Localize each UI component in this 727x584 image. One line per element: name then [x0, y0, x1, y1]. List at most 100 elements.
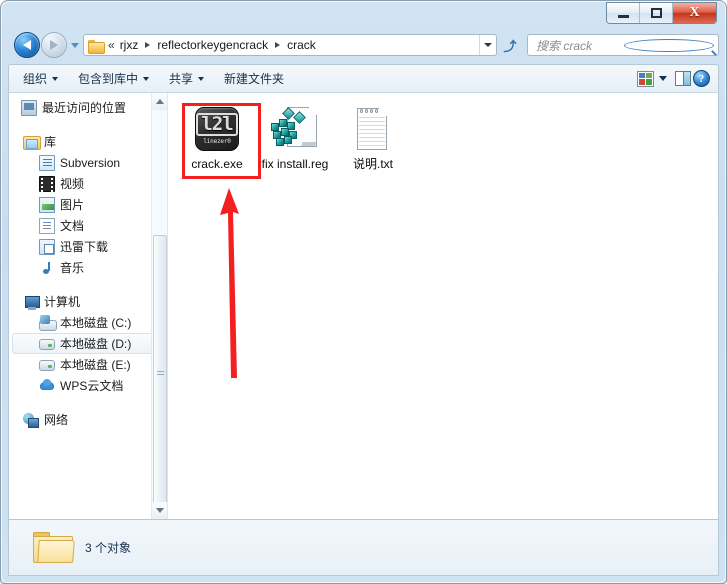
- pictures-icon: [39, 196, 55, 213]
- address-dropdown-button[interactable]: [479, 35, 495, 55]
- sidebar-item-pictures[interactable]: 图片: [12, 194, 164, 215]
- sidebar-item-drive-e[interactable]: 本地磁盘 (E:): [12, 354, 164, 375]
- sidebar-item-wps-cloud[interactable]: WPS云文档: [12, 375, 164, 396]
- navigation-pane: 最近访问的位置 库 Subversion 视频 图片 文档 迅雷下载 音乐 计算…: [9, 93, 167, 519]
- window-controls: X: [606, 2, 717, 24]
- scrollbar-grip-icon: [156, 371, 164, 377]
- sidebar-item-label: 视频: [60, 177, 85, 191]
- sidebar-item-videos[interactable]: 视频: [12, 173, 164, 194]
- sidebar-item-label: 本地磁盘 (D:): [60, 337, 132, 351]
- exe-icon-subtext: linezer0: [203, 138, 231, 145]
- forward-button[interactable]: [41, 32, 67, 58]
- new-folder-button[interactable]: 新建文件夹: [214, 68, 294, 90]
- sidebar-item-music[interactable]: 音乐: [12, 257, 164, 278]
- item-count-label: 3 个对象: [85, 541, 132, 555]
- file-grid: l2l linezer0 crack.exe fix install.reg 说…: [168, 93, 718, 179]
- subversion-icon: [39, 154, 55, 171]
- sidebar-item-label: 图片: [60, 198, 85, 212]
- exe-icon-text: l2l: [196, 113, 238, 136]
- refresh-button[interactable]: ⤴: [499, 34, 521, 56]
- sidebar-item-label: 最近访问的位置: [42, 101, 127, 115]
- search-icon: [624, 38, 714, 52]
- forward-arrow-icon: [50, 40, 58, 50]
- navigation-list: 最近访问的位置 库 Subversion 视频 图片 文档 迅雷下载 音乐 计算…: [9, 93, 167, 430]
- sidebar-item-computer[interactable]: 计算机: [12, 291, 164, 312]
- preview-pane-icon[interactable]: [675, 71, 691, 86]
- computer-icon: [23, 294, 40, 310]
- maximize-icon: [650, 8, 662, 18]
- search-input[interactable]: 搜索 crack: [527, 34, 719, 56]
- library-icon: [23, 134, 41, 150]
- explorer-window: X « rjxz reflectorkeygencrack crack ⤴ 搜索…: [0, 0, 727, 584]
- sidebar-item-thunder-download[interactable]: 迅雷下载: [12, 236, 164, 257]
- include-in-library-button[interactable]: 包含到库中: [68, 68, 159, 90]
- breadcrumb: « rjxz reflectorkeygencrack crack: [108, 36, 319, 54]
- sidebar-item-libraries[interactable]: 库: [12, 131, 164, 152]
- chevron-up-icon: [156, 99, 164, 104]
- close-icon: X: [689, 5, 700, 20]
- sidebar-item-subversion[interactable]: Subversion: [12, 152, 164, 173]
- file-name-label: 说明.txt: [352, 157, 393, 171]
- scrollbar-track[interactable]: [152, 110, 167, 513]
- sidebar-item-label: 本地磁盘 (E:): [60, 358, 131, 372]
- organize-button[interactable]: 组织: [13, 68, 68, 90]
- sidebar-item-label: Subversion: [60, 155, 121, 170]
- history-dropdown-icon[interactable]: [71, 42, 79, 48]
- scrollbar-thumb[interactable]: [153, 235, 167, 513]
- breadcrumb-overflow[interactable]: «: [108, 38, 115, 52]
- chevron-down-icon: [156, 508, 164, 513]
- share-button[interactable]: 共享: [159, 68, 214, 90]
- address-box[interactable]: « rjxz reflectorkeygencrack crack: [83, 34, 497, 56]
- back-arrow-icon: [23, 40, 31, 50]
- address-bar-row: « rjxz reflectorkeygencrack crack ⤴ 搜索 c…: [8, 30, 719, 60]
- sidebar-scrollbar[interactable]: [151, 93, 167, 519]
- file-item-readme-txt[interactable]: 说明.txt: [334, 101, 412, 172]
- file-name-label: fix install.reg: [261, 157, 329, 171]
- folder-icon: [33, 530, 75, 566]
- breadcrumb-item-2[interactable]: crack: [284, 36, 319, 54]
- sidebar-item-label: WPS云文档: [60, 379, 124, 393]
- breadcrumb-item-0[interactable]: rjxz: [117, 36, 142, 54]
- file-item-crack-exe[interactable]: l2l linezer0 crack.exe: [178, 101, 261, 179]
- chevron-down-icon: [198, 76, 205, 81]
- command-toolbar: 组织 包含到库中 共享 新建文件夹 ?: [8, 64, 719, 92]
- system-drive-icon: [39, 314, 57, 331]
- scroll-down-button[interactable]: [152, 502, 167, 519]
- file-item-fix-install-reg[interactable]: fix install.reg: [256, 101, 334, 172]
- sidebar-item-label: 库: [44, 135, 57, 149]
- sidebar-item-network[interactable]: 网络: [12, 409, 164, 430]
- breadcrumb-separator-icon: [275, 42, 281, 48]
- sidebar-item-drive-c[interactable]: 本地磁盘 (C:): [12, 312, 164, 333]
- view-options-chevron-down-icon[interactable]: [659, 76, 667, 81]
- recent-places-icon: [21, 99, 37, 116]
- view-options-icon[interactable]: [637, 70, 654, 87]
- folder-icon: [88, 39, 105, 54]
- back-button[interactable]: [14, 32, 40, 58]
- organize-label: 组织: [23, 72, 48, 86]
- sidebar-item-documents[interactable]: 文档: [12, 215, 164, 236]
- help-icon[interactable]: ?: [693, 70, 710, 87]
- sidebar-item-recent-places[interactable]: 最近访问的位置: [12, 97, 164, 118]
- sidebar-item-label: 本地磁盘 (C:): [60, 316, 132, 330]
- close-button[interactable]: X: [673, 3, 716, 23]
- file-name-label: crack.exe: [191, 157, 243, 171]
- maximize-button[interactable]: [640, 3, 673, 23]
- sidebar-item-label: 计算机: [44, 295, 81, 309]
- title-bar: X: [8, 0, 719, 28]
- videos-icon: [39, 175, 55, 192]
- sidebar-item-label: 文档: [60, 219, 85, 233]
- drive-icon: [39, 339, 55, 350]
- explorer-body: 最近访问的位置 库 Subversion 视频 图片 文档 迅雷下载 音乐 计算…: [8, 92, 719, 520]
- breadcrumb-item-1[interactable]: reflectorkeygencrack: [154, 36, 271, 54]
- drive-icon: [39, 360, 55, 371]
- sidebar-item-drive-d[interactable]: 本地磁盘 (D:): [12, 333, 164, 354]
- search-placeholder: 搜索 crack: [536, 38, 593, 53]
- new-folder-label: 新建文件夹: [224, 72, 285, 86]
- text-file-icon: [349, 105, 397, 153]
- network-icon: [23, 412, 39, 428]
- scroll-up-button[interactable]: [152, 93, 167, 110]
- file-list-pane[interactable]: l2l linezer0 crack.exe fix install.reg 说…: [168, 93, 718, 519]
- documents-icon: [39, 217, 55, 234]
- sidebar-item-label: 音乐: [60, 261, 85, 275]
- minimize-button[interactable]: [607, 3, 640, 23]
